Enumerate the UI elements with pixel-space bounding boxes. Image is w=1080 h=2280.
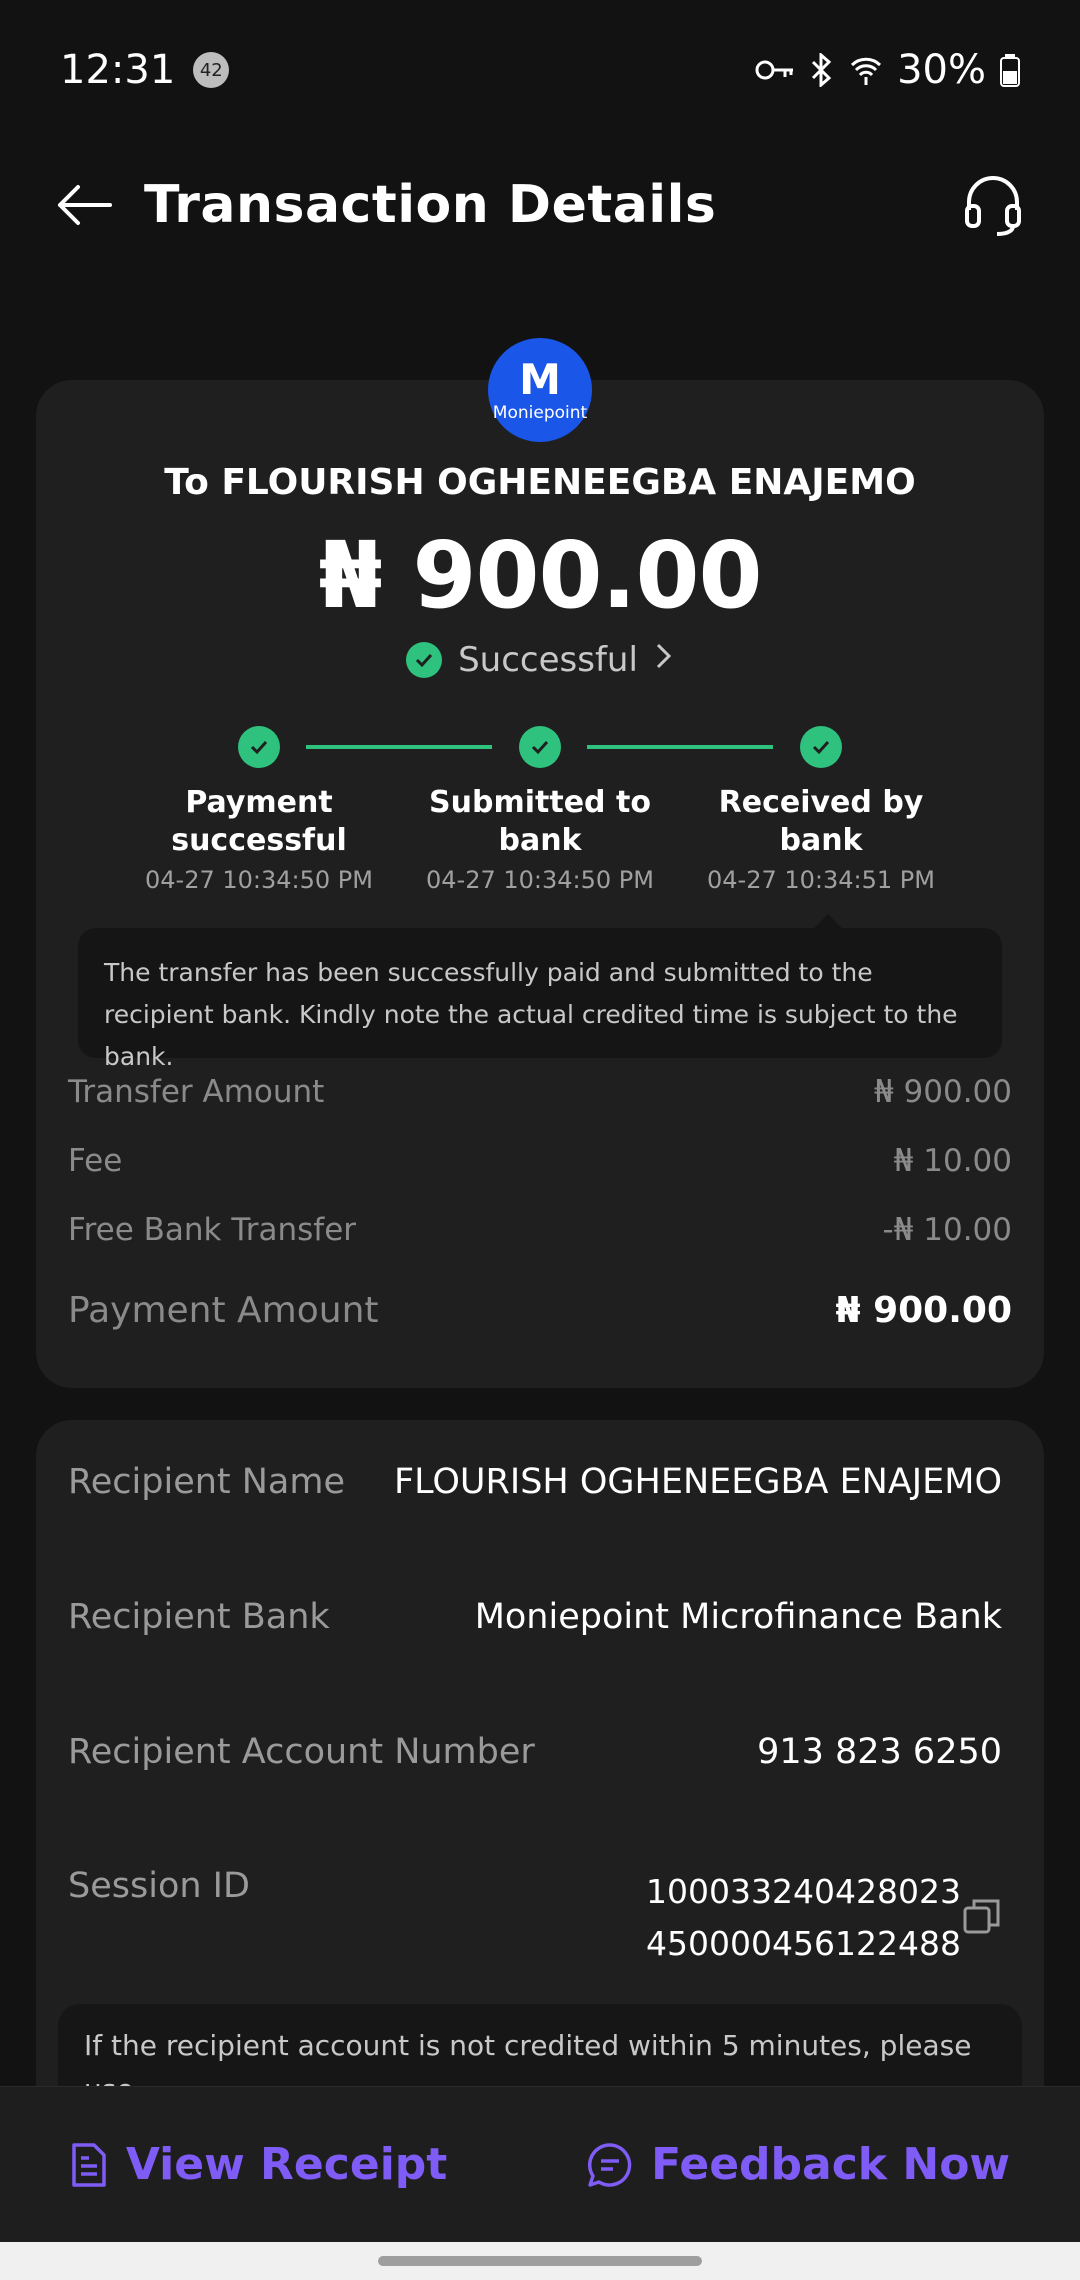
step-time: 04-27 10:34:50 PM <box>145 866 373 894</box>
feedback-button[interactable]: Feedback Now <box>587 2139 1010 2190</box>
detail-row-account-number: Recipient Account Number 913 823 6250 <box>68 1732 1002 1772</box>
step-time: 04-27 10:34:50 PM <box>426 866 654 894</box>
fee-value: ₦ 10.00 <box>893 1143 1012 1179</box>
key-icon <box>755 57 795 83</box>
detail-value: 913 823 6250 <box>757 1732 1002 1772</box>
fee-label: Free Bank Transfer <box>68 1212 357 1248</box>
chevron-right-icon <box>654 640 674 680</box>
battery-percent: 30% <box>897 47 986 93</box>
status-time: 12:31 <box>60 47 176 93</box>
session-id-line: 100033240428023 <box>646 1872 961 1911</box>
detail-row-session-id: Session ID 100033240428023 4500004561224… <box>68 1866 1002 1970</box>
view-receipt-label: View Receipt <box>125 2139 448 2190</box>
document-icon <box>72 2142 106 2187</box>
session-id-number: 100033240428023 450000456122488 <box>646 1866 961 1970</box>
detail-label: Recipient Name <box>68 1462 346 1502</box>
headset-icon <box>965 176 1021 236</box>
arrow-left-icon <box>58 185 112 225</box>
status-bar: 12:31 42 30% <box>0 0 1080 140</box>
step-check-icon <box>519 726 561 768</box>
page-title: Transaction Details <box>144 175 717 235</box>
notification-badge: 42 <box>193 52 230 88</box>
step-label: Payment successful <box>171 785 347 858</box>
bank-logo: M Moniepoint <box>488 338 592 442</box>
recipient-line: To FLOURISH OGHENEEGBA ENAJEMO <box>164 462 916 503</box>
step-label: Submitted to bank <box>429 785 651 858</box>
fee-label: Payment Amount <box>68 1290 379 1331</box>
logo-letter: M <box>519 354 561 404</box>
chat-bubble-icon <box>588 2142 632 2187</box>
support-button[interactable] <box>960 172 1026 238</box>
wifi-icon <box>849 53 883 87</box>
status-right: 30% <box>755 47 1020 93</box>
status-text: Successful <box>458 640 638 680</box>
bottom-action-bar: View Receipt Feedback Now <box>0 2086 1080 2242</box>
session-id-value: 100033240428023 450000456122488 <box>646 1866 1002 1970</box>
fee-value: ₦ 900.00 <box>835 1290 1012 1331</box>
status-link[interactable]: Successful <box>0 640 1080 680</box>
status-left: 12:31 42 <box>60 47 230 93</box>
fee-row-free-transfer: Free Bank Transfer -₦ 10.00 <box>68 1212 1012 1248</box>
transaction-amount: ₦ 900.00 <box>318 522 762 629</box>
gesture-bar <box>0 2242 1080 2280</box>
logo-text: Moniepoint <box>492 402 588 423</box>
transfer-tooltip: The transfer has been successfully paid … <box>78 914 1002 1071</box>
detail-value: Moniepoint Microfinance Bank <box>474 1597 1002 1637</box>
copy-icon[interactable] <box>962 1896 1002 1940</box>
session-id-line: 450000456122488 <box>646 1924 961 1963</box>
detail-label: Recipient Bank <box>68 1597 330 1637</box>
feedback-label: Feedback Now <box>651 2139 1011 2190</box>
step-label: Received by bank <box>718 785 924 858</box>
step-check-icon <box>238 726 280 768</box>
step-check-icon <box>800 726 842 768</box>
fee-row-payment-amount: Payment Amount ₦ 900.00 <box>68 1290 1012 1331</box>
detail-label: Recipient Account Number <box>68 1732 535 1772</box>
progress-steps: Payment successful Submitted to bank Rec… <box>0 726 1080 906</box>
detail-value: FLOURISH OGHENEEGBA ENAJEMO <box>394 1462 1002 1502</box>
fee-row-transfer-amount: Transfer Amount ₦ 900.00 <box>68 1074 1012 1110</box>
check-icon <box>406 642 443 678</box>
step-connector <box>306 745 492 749</box>
fee-label: Fee <box>68 1143 123 1179</box>
bluetooth-icon <box>809 53 835 87</box>
battery-icon <box>1000 53 1020 87</box>
home-indicator[interactable] <box>378 2256 702 2266</box>
fee-label: Transfer Amount <box>68 1074 325 1110</box>
detail-label: Session ID <box>68 1866 250 1906</box>
fee-value: ₦ 900.00 <box>873 1074 1012 1110</box>
step-connector <box>587 745 773 749</box>
detail-row-recipient-bank: Recipient Bank Moniepoint Microfinance B… <box>68 1597 1002 1637</box>
detail-row-recipient-name: Recipient Name FLOURISH OGHENEEGBA ENAJE… <box>68 1462 1002 1502</box>
fee-value: -₦ 10.00 <box>882 1212 1012 1248</box>
step-time: 04-27 10:34:51 PM <box>707 866 935 894</box>
back-button[interactable] <box>54 175 114 235</box>
view-receipt-button[interactable]: View Receipt <box>70 2139 447 2190</box>
fee-row-fee: Fee ₦ 10.00 <box>68 1143 1012 1179</box>
app-header: Transaction Details <box>0 150 1080 260</box>
